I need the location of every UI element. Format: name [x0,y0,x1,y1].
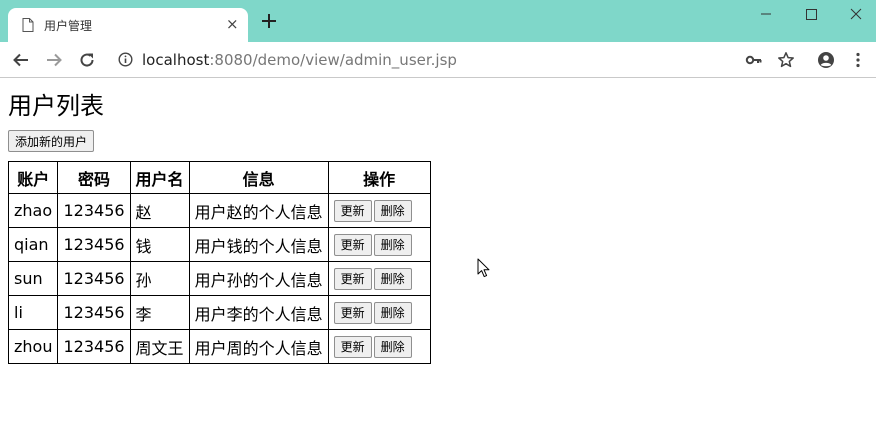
update-button[interactable]: 更新 [333,335,372,358]
star-icon[interactable] [777,51,795,69]
table-row: sun 123456 孙 用户孙的个人信息 更新 删除 [7,261,431,296]
key-icon[interactable] [745,51,763,69]
forward-arrow-icon[interactable] [45,51,63,69]
account-icon[interactable] [817,51,835,69]
add-user-button[interactable]: 添加新的用户 [8,130,95,152]
table-row: zhao 123456 赵 用户赵的个人信息 更新 删除 [7,193,431,228]
delete-button[interactable]: 删除 [373,267,412,290]
cell-actions: 更新 删除 [327,261,431,296]
cell-info: 用户赵的个人信息 [188,193,329,228]
cell-password: 123456 [57,227,131,262]
minimize-icon[interactable] [756,6,776,22]
column-header-info: 信息 [188,161,329,194]
info-icon[interactable] [118,52,133,67]
cell-account: sun [7,261,59,296]
cell-username: 周文王 [129,329,190,364]
user-table: 账户 密码 用户名 信息 操作 zhao 123456 赵 用户赵的个人信息 更… [7,161,431,364]
delete-button[interactable]: 删除 [373,199,412,222]
column-header-actions: 操作 [327,161,431,194]
cell-info: 用户钱的个人信息 [188,227,329,262]
close-icon[interactable] [846,6,866,22]
cell-username: 李 [129,295,190,330]
cell-username: 孙 [129,261,190,296]
cell-account: zhao [7,193,59,228]
cell-account: qian [7,227,59,262]
tab-title: 用户管理 [44,19,93,33]
cell-actions: 更新 删除 [327,329,431,364]
url-path: :8080/demo/view/admin_user.jsp [209,51,457,69]
url-host: localhost [142,51,210,69]
update-button[interactable]: 更新 [333,199,372,222]
update-button[interactable]: 更新 [333,233,372,256]
cell-info: 用户孙的个人信息 [188,261,329,296]
column-header-account: 账户 [7,161,59,194]
update-button[interactable]: 更新 [333,267,372,290]
cell-actions: 更新 删除 [327,193,431,228]
cell-username: 赵 [129,193,190,228]
cell-account: li [7,295,59,330]
cell-account: zhou [7,329,59,364]
table-header-row: 账户 密码 用户名 信息 操作 [7,161,431,194]
delete-button[interactable]: 删除 [373,301,412,324]
table-row: zhou 123456 周文王 用户周的个人信息 更新 删除 [7,329,431,364]
table-row: qian 123456 钱 用户钱的个人信息 更新 删除 [7,227,431,262]
cell-password: 123456 [57,193,131,228]
tab-close-icon[interactable]: × [226,16,239,32]
maximize-icon[interactable] [801,6,821,22]
update-button[interactable]: 更新 [333,301,372,324]
cell-password: 123456 [57,329,131,364]
delete-button[interactable]: 删除 [373,335,412,358]
back-arrow-icon[interactable] [12,51,30,69]
cell-info: 用户周的个人信息 [188,329,329,364]
cell-password: 123456 [57,261,131,296]
document-icon [22,18,34,32]
page-title: 用户列表 [8,92,104,120]
browser-toolbar: localhost:8080/demo/view/admin_user.jsp [0,42,876,78]
column-header-username: 用户名 [129,161,190,194]
delete-button[interactable]: 删除 [373,233,412,256]
table-row: li 123456 李 用户李的个人信息 更新 删除 [7,295,431,330]
column-header-password: 密码 [57,161,131,194]
page-content: 用户列表 添加新的用户 账户 密码 用户名 信息 操作 zhao 123456 … [7,92,431,364]
more-vert-icon[interactable] [849,51,867,69]
address-bar[interactable]: localhost:8080/demo/view/admin_user.jsp [142,51,457,69]
plus-icon[interactable] [260,12,278,30]
cell-password: 123456 [57,295,131,330]
cell-actions: 更新 删除 [327,227,431,262]
cell-actions: 更新 删除 [327,295,431,330]
browser-tab[interactable]: 用户管理 × [8,8,248,42]
mouse-cursor-icon [477,258,490,278]
cell-username: 钱 [129,227,190,262]
cell-info: 用户李的个人信息 [188,295,329,330]
tab-strip: 用户管理 × [0,0,876,42]
reload-icon[interactable] [78,51,96,69]
